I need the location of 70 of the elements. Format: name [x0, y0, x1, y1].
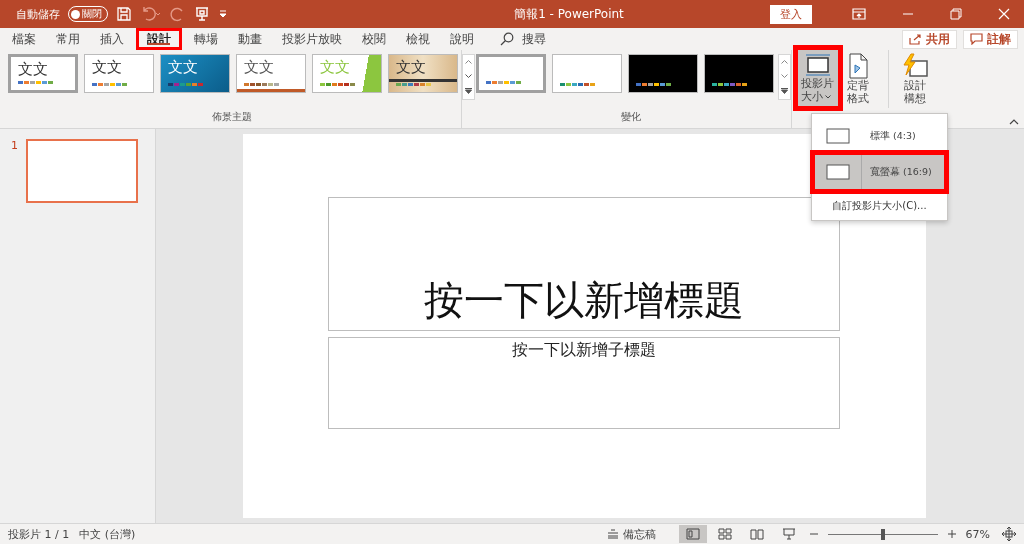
gallery-scrollbar[interactable]	[462, 54, 475, 100]
share-button[interactable]: 共用	[902, 29, 957, 49]
notes-icon	[606, 529, 619, 539]
variant-thumbnail[interactable]	[628, 54, 698, 93]
scroll-down-icon[interactable]	[465, 74, 472, 78]
collapse-ribbon-icon[interactable]	[1009, 119, 1019, 125]
ribbon-tab[interactable]: 檢視	[398, 28, 438, 50]
group-label: 變化	[619, 110, 642, 124]
autosave-label: 自動儲存	[16, 6, 60, 22]
slide-count: 投影片 1 / 1	[8, 526, 70, 542]
ribbon-tab[interactable]: 插入	[92, 28, 132, 50]
undo-icon[interactable]	[140, 6, 162, 22]
notes-button[interactable]: 備忘稿	[600, 525, 662, 543]
presentation-icon[interactable]	[194, 6, 210, 22]
expand-gallery-icon[interactable]	[781, 88, 788, 94]
close-icon[interactable]	[998, 8, 1010, 20]
search-box[interactable]: 搜尋	[522, 31, 546, 47]
ribbon-tab[interactable]: 投影片放映	[274, 28, 350, 50]
sorter-view-icon	[717, 528, 732, 540]
search-icon	[500, 32, 514, 46]
restore-icon[interactable]	[950, 8, 962, 20]
customize-toolbar-icon[interactable]	[218, 9, 228, 19]
normal-view-icon	[685, 528, 700, 540]
gallery-scrollbar[interactable]	[778, 54, 791, 100]
caret-icon	[825, 94, 831, 99]
ribbon-display-icon[interactable]	[852, 8, 866, 20]
slide-size-icon	[804, 53, 831, 77]
ribbon-button[interactable]: 設計 構想	[888, 50, 936, 108]
ribbon-tab[interactable]: 檔案	[4, 28, 44, 50]
save-icon[interactable]	[116, 6, 132, 22]
ribbon-tab[interactable]: 校閱	[354, 28, 394, 50]
zoom-level[interactable]: 67%	[965, 527, 990, 541]
ribbon-tab[interactable]: 轉場	[186, 28, 226, 50]
ribbon-tab[interactable]: 說明	[442, 28, 482, 50]
comments-button[interactable]: 註解	[963, 29, 1018, 49]
language-status[interactable]: 中文 (台灣)	[79, 526, 136, 542]
design-ideas-icon	[901, 53, 929, 79]
theme-thumbnail[interactable]: 文文	[388, 54, 458, 93]
theme-thumbnail[interactable]: 文文	[160, 54, 230, 93]
ribbon-tab[interactable]: 常用	[48, 28, 88, 50]
fit-to-window-icon[interactable]	[1002, 527, 1016, 541]
show-view-icon	[781, 528, 796, 540]
subtitle-placeholder[interactable]: 按一下以新增子標題	[328, 337, 840, 429]
scroll-up-icon[interactable]	[781, 60, 788, 64]
slide-shape-icon	[826, 128, 850, 144]
menu-item[interactable]: 標準 (4:3)	[815, 119, 944, 153]
group-label: 佈景主題	[210, 110, 253, 124]
variant-thumbnail[interactable]	[552, 54, 622, 93]
ribbon-button[interactable]: 定背 格式	[838, 50, 878, 108]
slide-number: 1	[11, 139, 18, 154]
theme-thumbnail[interactable]: 文文	[8, 54, 78, 93]
format-background-icon	[846, 53, 869, 79]
variant-thumbnail[interactable]	[476, 54, 546, 93]
scroll-up-icon[interactable]	[465, 60, 472, 64]
variant-thumbnail[interactable]	[704, 54, 774, 93]
zoom-in-icon[interactable]	[947, 530, 956, 538]
normal-view-button[interactable]	[678, 525, 707, 543]
window-title: 簡報1 - PowerPoint	[513, 5, 625, 23]
theme-thumbnail[interactable]: 文文	[236, 54, 306, 93]
reading-view-icon	[749, 528, 764, 540]
zoom-out-icon[interactable]	[809, 530, 818, 538]
slide-shape-icon	[826, 164, 850, 180]
ribbon-tab[interactable]: 動畫	[230, 28, 270, 50]
theme-thumbnail[interactable]: 文文	[84, 54, 154, 93]
comment-icon	[970, 33, 983, 45]
sign-in-button[interactable]: 登入	[770, 4, 812, 24]
scroll-down-icon[interactable]	[781, 74, 788, 78]
share-icon	[909, 33, 922, 45]
expand-gallery-icon[interactable]	[465, 88, 472, 94]
slide-thumbnail[interactable]	[26, 139, 138, 203]
